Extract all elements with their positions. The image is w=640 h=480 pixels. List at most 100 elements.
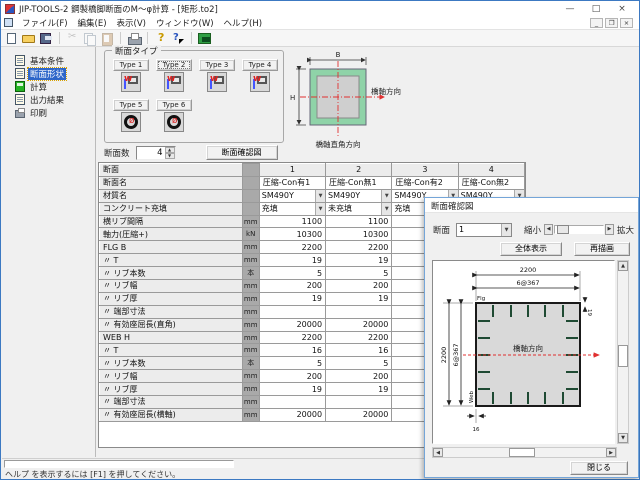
- cell-value[interactable]: [326, 396, 392, 409]
- menu-file[interactable]: ファイル(F): [17, 17, 73, 29]
- copy-icon[interactable]: [83, 32, 97, 45]
- vertical-scrollbar[interactable]: ▲ ▼: [617, 260, 629, 444]
- dialog-section-select[interactable]: 1 ▼: [456, 223, 512, 237]
- section-confirm-diagram-button[interactable]: 断面確認図: [206, 145, 278, 160]
- print-icon[interactable]: [127, 32, 141, 45]
- spinner-down-icon[interactable]: ▼: [165, 153, 175, 159]
- cell-value[interactable]: 16: [326, 344, 392, 357]
- zoom-slider-thumb[interactable]: [557, 225, 569, 234]
- sidebar-item-basic-conditions[interactable]: 基本条件: [2, 54, 95, 67]
- dropdown-arrow-icon[interactable]: ▼: [315, 190, 325, 202]
- zoom-slider[interactable]: [554, 225, 604, 234]
- mdi-close-button[interactable]: ×: [620, 18, 633, 28]
- type-1-button[interactable]: Type 1: [113, 59, 149, 71]
- section-count-spinner[interactable]: 4 ▲ ▼: [136, 146, 176, 160]
- horizontal-scrollbar[interactable]: ◀ ▶: [432, 447, 617, 458]
- type-5-button[interactable]: Type 5: [113, 99, 149, 111]
- cell-value[interactable]: [259, 305, 325, 318]
- mdi-child-icon[interactable]: [4, 18, 13, 27]
- cell-value[interactable]: 5: [259, 357, 325, 370]
- cell-value[interactable]: 10300: [259, 228, 325, 241]
- cell-value[interactable]: 19: [326, 254, 392, 267]
- sidebar-item-calculation[interactable]: 計算: [2, 80, 95, 93]
- cell-value[interactable]: 200: [259, 280, 325, 293]
- cell-dropdown[interactable]: 充填▼: [259, 202, 325, 215]
- cell-text-input[interactable]: 圧縮-Con無2: [458, 176, 524, 189]
- cell-value[interactable]: 10300: [326, 228, 392, 241]
- scroll-left-icon[interactable]: ◀: [433, 448, 443, 457]
- cell-dropdown[interactable]: 未充填▼: [326, 202, 392, 215]
- cell-value[interactable]: 1100: [326, 215, 392, 228]
- maximize-button[interactable]: □: [591, 4, 601, 14]
- cell-value[interactable]: 19: [326, 383, 392, 396]
- menu-view[interactable]: 表示(V): [112, 17, 151, 29]
- cell-value[interactable]: 19: [259, 292, 325, 305]
- cell-text-input[interactable]: 圧縮-Con有2: [392, 176, 458, 189]
- scroll-down-icon[interactable]: ▼: [618, 433, 628, 443]
- section-type-group: 断面タイプ Type 1 Type 2 Type 3: [104, 50, 284, 143]
- zoom-slider-right-icon[interactable]: ▶: [605, 224, 614, 235]
- cell-value[interactable]: 5: [259, 267, 325, 280]
- type-6-button[interactable]: Type 6: [156, 99, 192, 111]
- cell-text-input[interactable]: 圧縮-Con無1: [326, 176, 392, 189]
- type-3-button[interactable]: Type 3: [199, 59, 235, 71]
- cell-value[interactable]: 20000: [326, 318, 392, 331]
- full-view-button[interactable]: 全体表示: [500, 242, 562, 256]
- minimize-button[interactable]: —: [565, 4, 575, 14]
- cell-value[interactable]: 19: [326, 292, 392, 305]
- new-document-icon[interactable]: [5, 32, 19, 45]
- cell-dropdown[interactable]: SM490Y▼: [259, 189, 325, 202]
- row-label: 〃 リブ本数: [100, 267, 243, 280]
- cell-value[interactable]: 19: [259, 254, 325, 267]
- cell-value[interactable]: 200: [326, 280, 392, 293]
- sidebar-item-print[interactable]: 印刷: [2, 106, 95, 119]
- dialog-close-button[interactable]: 閉じる: [570, 461, 628, 475]
- horizontal-scroll-thumb[interactable]: [509, 448, 535, 457]
- cut-icon[interactable]: [66, 32, 80, 45]
- cell-value[interactable]: 5: [326, 357, 392, 370]
- close-button[interactable]: ×: [617, 4, 627, 14]
- cell-text-input[interactable]: 圧縮-Con有1: [259, 176, 325, 189]
- cell-value[interactable]: 20000: [259, 318, 325, 331]
- mdi-restore-button[interactable]: ❐: [605, 18, 618, 28]
- cell-value[interactable]: 5: [326, 267, 392, 280]
- paste-icon[interactable]: [100, 32, 114, 45]
- cell-value[interactable]: 16: [259, 344, 325, 357]
- cell-value[interactable]: [259, 396, 325, 409]
- menu-window[interactable]: ウィンドウ(W): [151, 17, 219, 29]
- cell-value[interactable]: 2200: [326, 241, 392, 254]
- scroll-up-icon[interactable]: ▲: [618, 261, 628, 271]
- cell-value[interactable]: 200: [326, 370, 392, 383]
- mdi-minimize-button[interactable]: _: [590, 18, 603, 28]
- scroll-right-icon[interactable]: ▶: [606, 448, 616, 457]
- zoom-slider-left-icon[interactable]: ◀: [544, 224, 553, 235]
- help-icon[interactable]: [154, 32, 168, 45]
- save-icon[interactable]: [39, 32, 53, 45]
- vertical-scroll-thumb[interactable]: [618, 345, 628, 367]
- cell-value[interactable]: 2200: [259, 241, 325, 254]
- redraw-button[interactable]: 再描画: [574, 242, 630, 256]
- app-tool-icon[interactable]: [198, 32, 212, 45]
- cell-value[interactable]: 19: [259, 383, 325, 396]
- cell-dropdown[interactable]: SM490Y▼: [326, 189, 392, 202]
- context-help-icon[interactable]: [171, 32, 185, 45]
- type-4-button[interactable]: Type 4: [242, 59, 278, 71]
- section-drawing-canvas[interactable]: 2200 6@367 2200 6@367: [432, 260, 615, 444]
- open-folder-icon[interactable]: [22, 32, 36, 45]
- sidebar-item-output-results[interactable]: 出力結果: [2, 93, 95, 106]
- dropdown-arrow-icon[interactable]: ▼: [381, 190, 391, 202]
- type-2-button[interactable]: Type 2: [156, 59, 192, 71]
- cell-value[interactable]: [326, 305, 392, 318]
- menu-edit[interactable]: 編集(E): [73, 17, 112, 29]
- menu-help[interactable]: ヘルプ(H): [219, 17, 268, 29]
- sidebar-item-section-shape[interactable]: 断面形状: [2, 67, 95, 80]
- dropdown-arrow-icon[interactable]: ▼: [381, 203, 391, 215]
- dropdown-arrow-icon[interactable]: ▼: [501, 224, 511, 236]
- cell-value[interactable]: 2200: [259, 331, 325, 344]
- cell-value[interactable]: 2200: [326, 331, 392, 344]
- cell-value[interactable]: 200: [259, 370, 325, 383]
- cell-value[interactable]: 20000: [326, 408, 392, 421]
- cell-value[interactable]: 20000: [259, 408, 325, 421]
- cell-value[interactable]: 1100: [259, 215, 325, 228]
- dropdown-arrow-icon[interactable]: ▼: [315, 203, 325, 215]
